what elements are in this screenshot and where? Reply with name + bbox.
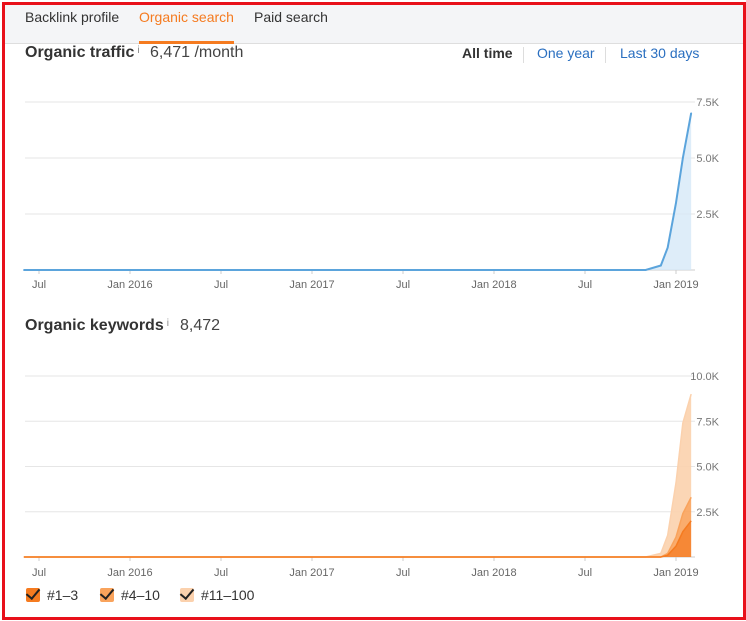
traffic-point xyxy=(666,246,669,249)
traffic-point xyxy=(311,269,313,271)
organic-keywords-value: 8,472 xyxy=(180,317,221,334)
x-tick-label: Jan 2018 xyxy=(471,567,516,579)
x-tick-label: Jan 2018 xyxy=(471,279,516,290)
y-tick-label: 2.5K xyxy=(696,507,719,519)
organic-search-panel: Backlink profile Organic search Paid sea… xyxy=(5,5,743,617)
traffic-point xyxy=(220,269,222,271)
traffic-point xyxy=(493,269,495,271)
organic-traffic-chart[interactable]: 2.5K 5.0K 7.5K Jul Jan 2016 Jul Jan 2017 Jul Jan… xyxy=(5,75,743,290)
x-tick-label: Jul xyxy=(578,567,592,579)
legend-label: #4–10 xyxy=(121,587,160,603)
keywords-area-#11–100 xyxy=(23,394,692,557)
traffic-point xyxy=(402,269,404,271)
traffic-point xyxy=(584,269,586,271)
organic-traffic-value: 6,471 /month xyxy=(150,44,244,61)
tab-paid-search[interactable]: Paid search xyxy=(254,7,328,41)
keywords-line-#11–100 xyxy=(23,393,692,558)
tab-organic-search[interactable]: Organic search xyxy=(139,7,234,44)
x-tick-label: Jul xyxy=(396,567,410,579)
x-tick-label: Jul xyxy=(396,279,410,290)
x-tick-label: Jul xyxy=(578,279,592,290)
legend-label: #11–100 xyxy=(201,587,255,603)
x-tick-label: Jul xyxy=(214,279,228,290)
y-tick-label: 7.5K xyxy=(696,416,719,428)
traffic-area xyxy=(23,113,692,270)
x-tick-label: Jul xyxy=(214,567,228,579)
traffic-point xyxy=(23,269,25,271)
x-tick-label: Jan 2017 xyxy=(289,567,334,579)
x-tick-label: Jan 2019 xyxy=(653,567,698,579)
info-icon[interactable]: i xyxy=(137,45,139,56)
traffic-point xyxy=(644,269,647,271)
traffic-point xyxy=(682,157,684,159)
organic-keywords-chart[interactable]: 2.5K 5.0K 7.5K 10.0K Jul Jan 2016 Jul Jan 2017 J… xyxy=(5,350,743,580)
organic-keywords-title: Organic keywords i xyxy=(25,317,169,335)
y-tick-label: 2.5K xyxy=(696,209,719,221)
traffic-point xyxy=(690,112,692,114)
organic-traffic-title: Organic traffic i xyxy=(25,44,140,62)
x-tick-label: Jan 2016 xyxy=(107,279,152,290)
checkbox-checked-icon[interactable] xyxy=(180,588,194,602)
y-tick-label: 10.0K xyxy=(690,371,719,383)
y-tick-label: 5.0K xyxy=(696,462,719,474)
traffic-point xyxy=(660,264,662,267)
legend-item-top3[interactable]: #1–3 xyxy=(26,585,78,605)
traffic-point xyxy=(129,269,131,271)
x-tick-label: Jul xyxy=(32,279,46,290)
range-divider xyxy=(605,47,606,63)
keywords-area-#4–10 xyxy=(23,497,692,557)
traffic-point xyxy=(675,202,677,204)
checkbox-checked-icon[interactable] xyxy=(26,588,40,602)
y-tick-label: 5.0K xyxy=(696,153,719,165)
range-last-30-days[interactable]: Last 30 days xyxy=(620,45,699,61)
keywords-area-#1–3 xyxy=(23,520,692,557)
range-all-time[interactable]: All time xyxy=(462,45,513,61)
range-one-year[interactable]: One year xyxy=(537,45,595,61)
organic-traffic-label: Organic traffic xyxy=(25,44,135,61)
keywords-line-#1–3 xyxy=(23,520,692,558)
keywords-line-#4–10 xyxy=(23,496,692,558)
x-tick-label: Jul xyxy=(32,567,46,579)
tab-bar: Backlink profile Organic search Paid sea… xyxy=(5,5,743,44)
legend-label: #1–3 xyxy=(47,587,79,603)
tab-backlink-profile[interactable]: Backlink profile xyxy=(25,7,119,41)
x-tick-label: Jan 2019 xyxy=(653,279,698,290)
legend-item-11-100[interactable]: #11–100 xyxy=(180,585,254,605)
organic-keywords-label: Organic keywords xyxy=(25,317,164,334)
range-divider xyxy=(523,47,524,63)
x-tick-label: Jan 2017 xyxy=(289,279,334,290)
info-icon[interactable]: i xyxy=(167,318,169,329)
legend-item-4-10[interactable]: #4–10 xyxy=(100,585,160,605)
traffic-line xyxy=(23,113,693,271)
y-tick-label: 7.5K xyxy=(696,97,719,109)
x-tick-label: Jan 2016 xyxy=(107,567,152,579)
checkbox-checked-icon[interactable] xyxy=(100,588,114,602)
